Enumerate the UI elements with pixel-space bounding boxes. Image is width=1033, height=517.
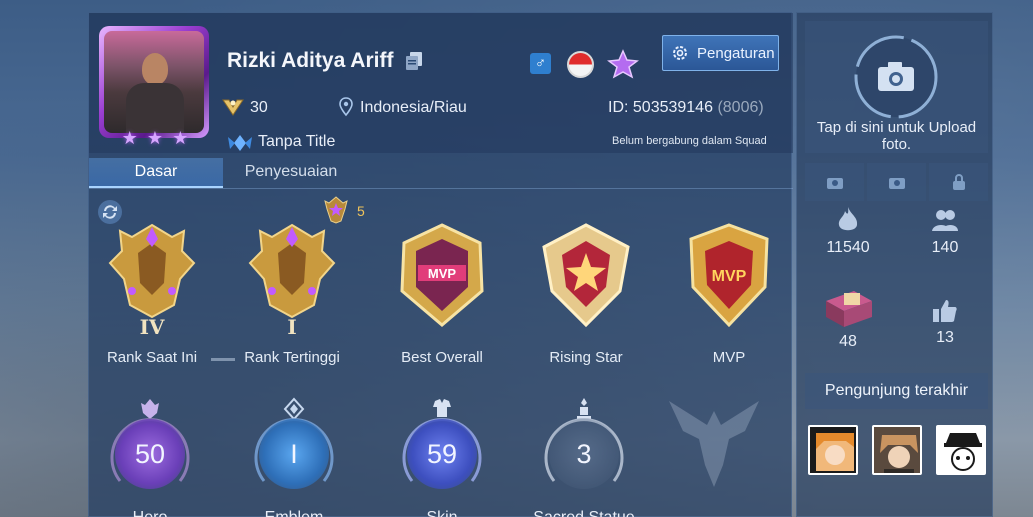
mythic-rank-medal-icon (108, 223, 196, 319)
player-location: Indonesia/Riau (360, 99, 467, 116)
medal-best-overall[interactable]: MVP Best Overall (382, 221, 502, 371)
settings-button[interactable]: Pengaturan (662, 35, 779, 71)
star-badge-icon[interactable] (606, 49, 640, 79)
medal-current-rank[interactable]: IV Rank Saat Ini (92, 221, 212, 371)
hero-count: 50 (115, 419, 185, 489)
rank-numeral: IV (139, 315, 165, 339)
photo-slot-1[interactable] (805, 163, 864, 201)
camera-icon (854, 35, 938, 119)
upload-photo-text: Tap di sini untuk Upload foto. (816, 119, 977, 153)
photo-slot-locked[interactable] (929, 163, 988, 201)
medal-label: Best Overall (401, 349, 483, 366)
gift-box-icon (826, 291, 872, 327)
popularity-value: 11540 (826, 239, 870, 256)
title-wings-icon (228, 135, 252, 151)
visitor-avatar-image (810, 427, 856, 473)
avatar-photo (104, 31, 204, 133)
stat-skin[interactable]: 59 Skin (387, 397, 497, 517)
svg-text:MVP: MVP (428, 266, 457, 281)
medal-rising-star[interactable]: Rising Star (526, 221, 646, 371)
lock-icon (953, 174, 965, 190)
medal-label: Rank Tertinggi (244, 349, 340, 366)
tab-divider (89, 188, 793, 189)
medal-mvp[interactable]: MVP MVP (669, 221, 789, 371)
right-side-panel: Tap di sini untuk Upload foto. 11540 140 (796, 12, 993, 517)
rank-numeral: I (287, 315, 297, 339)
camera-icon (827, 178, 843, 189)
likes-value: 13 (936, 329, 954, 346)
player-level: 30 (250, 99, 268, 116)
thumbs-up-icon (933, 300, 957, 322)
avatar[interactable]: ★ ★ ★ (99, 26, 209, 148)
stat-hero[interactable]: 50 Hero (95, 397, 205, 517)
medal-label: Rising Star (549, 349, 623, 366)
player-id: ID: 503539146 (8006) (608, 99, 764, 117)
player-name: Rizki Aditya Ariff (227, 49, 394, 72)
followers-stat[interactable]: 140 (900, 205, 990, 257)
stat-label: Emblem (219, 509, 369, 517)
gear-icon (673, 46, 687, 60)
avatar-star-rank: ★ ★ ★ (117, 126, 193, 150)
mvp-shield-icon: MVP (689, 223, 769, 328)
stat-sacred-statue[interactable]: 3 Sacred Statue (529, 397, 639, 517)
player-title: Tanpa Title (258, 133, 336, 150)
stat-emblem[interactable]: I Emblem (239, 397, 349, 517)
male-gender-icon: ♂ (530, 53, 551, 74)
profile-main-panel: ★ ★ ★ Rizki Aditya Ariff 30 Indonesia/Ri… (88, 12, 793, 517)
photo-slot-2[interactable] (867, 163, 926, 201)
camera-icon (889, 178, 905, 189)
profile-header: ★ ★ ★ Rizki Aditya Ariff 30 Indonesia/Ri… (89, 13, 793, 153)
emblem-level: I (259, 419, 329, 489)
svg-text:MVP: MVP (712, 268, 747, 285)
likes-stat[interactable]: 13 (900, 297, 990, 347)
level-icon (222, 99, 244, 116)
recent-visitors-label: Pengunjung terakhir (805, 373, 988, 409)
gifts-value: 48 (839, 333, 857, 350)
followers-value: 140 (931, 239, 959, 256)
highest-rank-star-count: 5 (357, 203, 365, 219)
visitor-avatar[interactable] (872, 425, 922, 475)
upload-photo-area[interactable]: Tap di sini untuk Upload foto. (805, 21, 988, 153)
medal-label: Rank Saat Ini (106, 349, 198, 366)
visitor-avatar[interactable] (808, 425, 858, 475)
copy-icon[interactable] (405, 51, 423, 71)
visitor-avatar-image (938, 427, 984, 473)
tab-penyesuaian[interactable]: Penyesuaian (223, 158, 359, 188)
location-pin-icon (339, 97, 353, 117)
users-icon (932, 210, 958, 231)
visitor-avatar-image (874, 427, 920, 473)
server-id: (8006) (717, 99, 764, 116)
mythic-rank-medal-icon (248, 223, 336, 319)
mvp-crest-icon: MVP (400, 223, 484, 327)
statue-count: 3 (549, 419, 619, 489)
star-icon: ★ (146, 127, 164, 148)
rising-star-crest-icon (542, 223, 630, 328)
medal-label: MVP (712, 349, 746, 366)
skin-count: 59 (407, 419, 477, 489)
visitor-avatar[interactable] (936, 425, 986, 475)
squad-status: Belum bergabung dalam Squad (612, 135, 767, 147)
tab-dasar[interactable]: Dasar (89, 158, 223, 188)
stat-label: Skin (367, 509, 517, 517)
indonesia-flag-icon (567, 51, 594, 78)
gifts-stat[interactable]: 48 (803, 285, 893, 351)
stat-label: Sacred Statue (509, 509, 659, 517)
settings-button-label: Pengaturan (697, 44, 775, 62)
medal-highest-rank[interactable]: I Rank Tertinggi (232, 221, 352, 371)
eagle-watermark-icon (669, 401, 759, 487)
stat-label: Hero (75, 509, 225, 517)
carousel-indicator (211, 358, 235, 361)
player-id-value: ID: 503539146 (608, 99, 713, 116)
flame-icon (838, 207, 858, 231)
star-icon: ★ (121, 127, 138, 148)
popularity-stat[interactable]: 11540 (803, 205, 893, 257)
star-icon: ★ (172, 127, 189, 148)
